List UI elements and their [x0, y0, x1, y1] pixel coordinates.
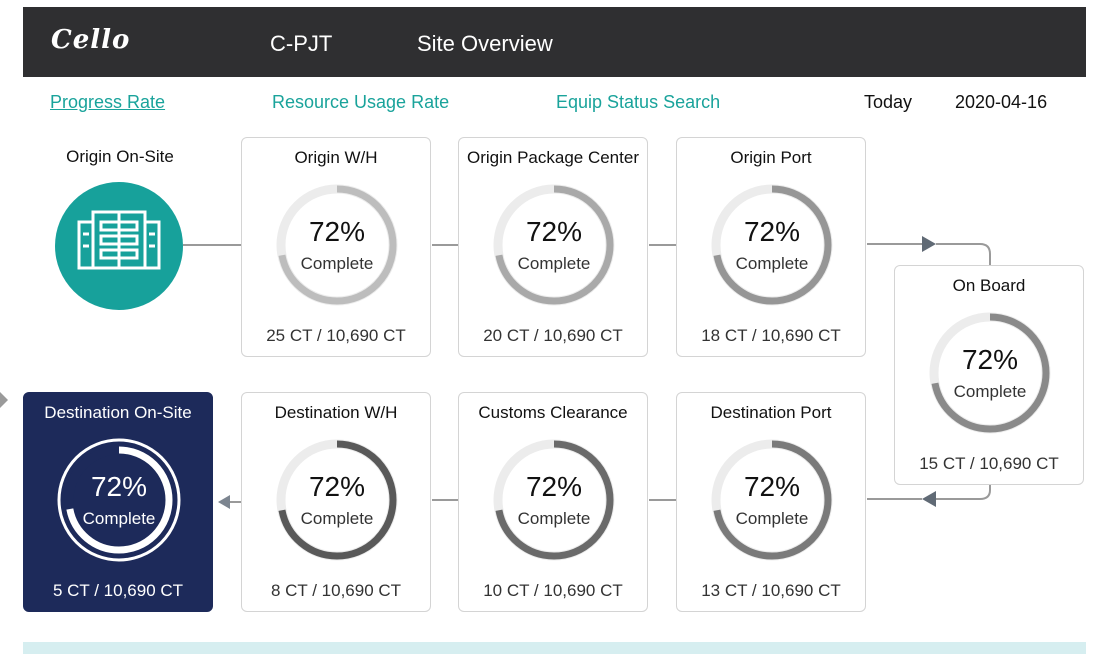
stage-title: Destination On-Site [44, 403, 192, 422]
stage-title: Customs Clearance [478, 403, 628, 422]
stage-card-destination-port[interactable]: Destination Port 72% Complete 13 CT / 10… [676, 392, 866, 612]
stage-card-on-board[interactable]: On Board 72% Complete 15 CT / 10,690 CT [894, 265, 1084, 485]
progress-gauge: 72% Complete [491, 182, 617, 308]
arrow-right-icon [0, 392, 8, 408]
stage-card-origin-wh[interactable]: Origin W/H 72% Complete 25 CT / 10,690 C… [241, 137, 431, 357]
progress-percent: 72% [308, 471, 366, 502]
progress-percent: 72% [743, 216, 801, 247]
stage-title: Destination Port [710, 403, 832, 422]
footer-bar [23, 642, 1086, 654]
stage-card-destination-onsite[interactable]: Destination On-Site 72% Complete 5 CT / … [23, 392, 213, 612]
progress-percent: 72% [525, 471, 583, 502]
stage-count: 25 CT / 10,690 CT [266, 326, 406, 345]
stage-title: Destination W/H [274, 403, 398, 422]
progress-label: Complete [300, 254, 374, 273]
stage-count: 15 CT / 10,690 CT [919, 454, 1059, 473]
stage-card-destination-wh[interactable]: Destination W/H 72% Complete 8 CT / 10,6… [241, 392, 431, 612]
progress-label: Complete [517, 509, 591, 528]
stage-card-customs-clearance[interactable]: Customs Clearance 72% Complete 10 CT / 1… [458, 392, 648, 612]
progress-gauge: 72% Complete [709, 182, 835, 308]
progress-percent: 72% [308, 216, 366, 247]
arrow-left-icon [218, 495, 230, 509]
connector-line [936, 484, 991, 500]
progress-percent: 72% [525, 216, 583, 247]
progress-percent: 72% [90, 471, 148, 502]
stage-count: 10 CT / 10,690 CT [483, 581, 623, 600]
progress-label: Complete [953, 382, 1027, 401]
stage-card-origin-package-center[interactable]: Origin Package Center 72% Complete 20 CT… [458, 137, 648, 357]
arrow-right-icon [922, 236, 936, 252]
progress-percent: 72% [961, 344, 1019, 375]
progress-gauge: 72% Complete [56, 437, 182, 563]
progress-label: Complete [735, 509, 809, 528]
progress-label: Complete [300, 509, 374, 528]
progress-gauge: 72% Complete [274, 182, 400, 308]
progress-gauge: 72% Complete [274, 437, 400, 563]
stage-title: Origin Package Center [467, 148, 639, 167]
progress-label: Complete [82, 509, 156, 528]
stage-count: 5 CT / 10,690 CT [52, 581, 184, 600]
progress-label: Complete [517, 254, 591, 273]
stage-title: On Board [952, 276, 1026, 295]
stage-count: 8 CT / 10,690 CT [270, 581, 402, 600]
stage-count: 13 CT / 10,690 CT [701, 581, 841, 600]
stage-title: Origin W/H [294, 148, 378, 167]
stage-title: Origin Port [730, 148, 812, 167]
progress-gauge: 72% Complete [927, 310, 1053, 436]
connector-line [936, 243, 991, 265]
stage-count: 18 CT / 10,690 CT [701, 326, 841, 345]
progress-gauge: 72% Complete [491, 437, 617, 563]
progress-label: Complete [735, 254, 809, 273]
stage-count: 20 CT / 10,690 CT [483, 326, 623, 345]
stage-card-origin-port[interactable]: Origin Port 72% Complete 18 CT / 10,690 … [676, 137, 866, 357]
arrow-left-icon [922, 491, 936, 507]
progress-percent: 72% [743, 471, 801, 502]
progress-gauge: 72% Complete [709, 437, 835, 563]
